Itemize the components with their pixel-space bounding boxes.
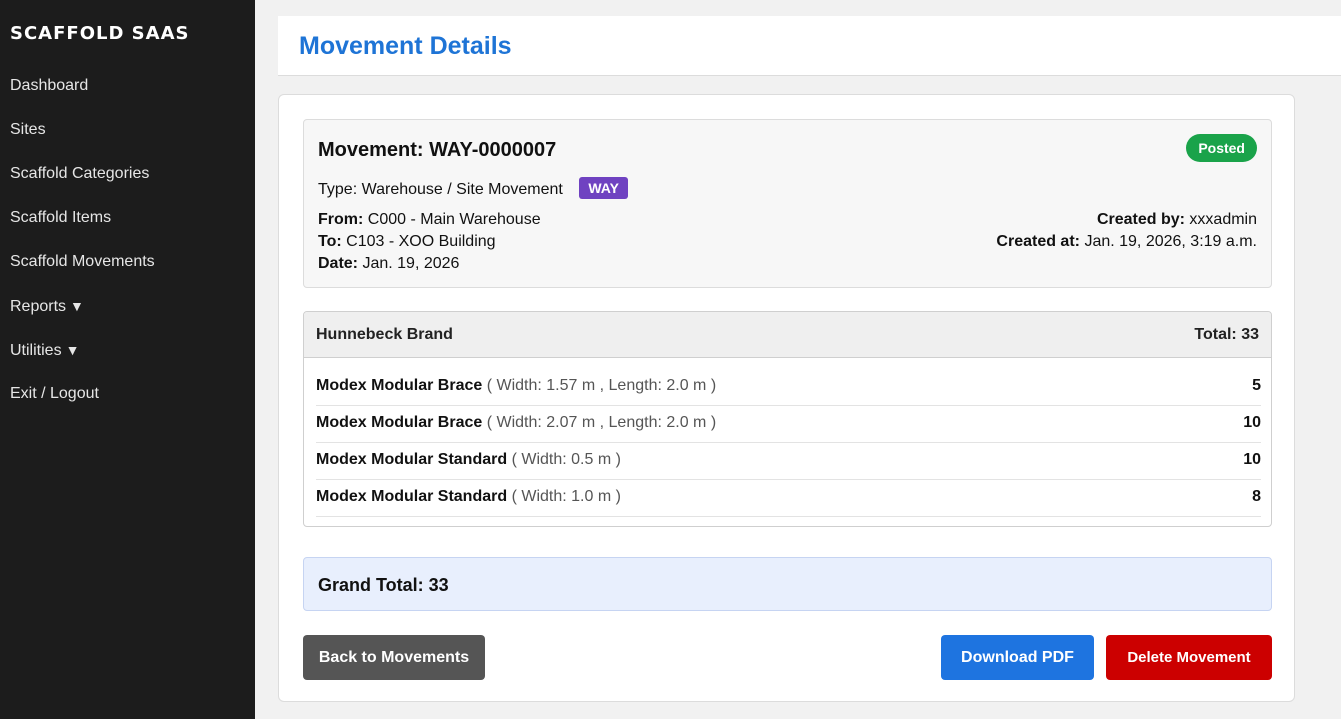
page-title: Movement Details bbox=[299, 32, 512, 60]
sidebar: SCAFFOLD SAAS Dashboard Sites Scaffold C… bbox=[0, 0, 255, 719]
list-item: Modex Modular Standard ( Width: 0.5 m ) … bbox=[316, 443, 1261, 480]
list-item: Modex Modular Standard ( Width: 1.0 m ) … bbox=[316, 480, 1261, 517]
sidebar-item-sites[interactable]: Sites bbox=[0, 108, 255, 152]
group-total: Total: 33 bbox=[1194, 326, 1259, 343]
item-name: Modex Modular Standard bbox=[316, 488, 508, 505]
sidebar-item-label: Scaffold Items bbox=[10, 209, 112, 226]
sidebar-item-label: Utilities bbox=[10, 342, 62, 359]
caret-down-icon: ▼ bbox=[70, 298, 84, 314]
to-label: To: bbox=[318, 233, 342, 250]
item-quantity: 10 bbox=[1243, 451, 1261, 468]
movement-type: Type: Warehouse / Site Movement WAY bbox=[318, 177, 628, 199]
item-name: Modex Modular Brace bbox=[316, 377, 483, 394]
sidebar-item-label: Exit / Logout bbox=[10, 385, 99, 402]
sidebar-item-scaffold-categories[interactable]: Scaffold Categories bbox=[0, 152, 255, 196]
download-pdf-button[interactable]: Download PDF bbox=[941, 635, 1094, 680]
created-at-value: Jan. 19, 2026, 3:19 a.m. bbox=[1084, 233, 1257, 250]
item-quantity: 10 bbox=[1243, 414, 1261, 431]
date-label: Date: bbox=[318, 255, 359, 272]
sidebar-item-logout[interactable]: Exit / Logout bbox=[0, 372, 255, 416]
group-name: Hunnebeck Brand bbox=[316, 326, 453, 343]
sidebar-nav: Dashboard Sites Scaffold Categories Scaf… bbox=[0, 64, 255, 416]
created-at-field: Created at: Jan. 19, 2026, 3:19 a.m. bbox=[996, 233, 1257, 251]
movement-card: Movement: WAY-0000007 Posted Type: Wareh… bbox=[278, 94, 1295, 702]
sidebar-item-reports[interactable]: Reports ▼ bbox=[0, 284, 255, 328]
from-label: From: bbox=[318, 211, 364, 228]
sidebar-item-scaffold-movements[interactable]: Scaffold Movements bbox=[0, 240, 255, 284]
movement-info-box: Movement: WAY-0000007 Posted Type: Wareh… bbox=[303, 119, 1272, 288]
sidebar-item-label: Scaffold Categories bbox=[10, 165, 150, 182]
item-dimensions: ( Width: 2.07 m , Length: 2.0 m ) bbox=[486, 414, 717, 431]
caret-down-icon: ▼ bbox=[65, 342, 80, 358]
page-header: Movement Details bbox=[278, 16, 1341, 76]
sidebar-item-label: Dashboard bbox=[10, 77, 89, 94]
delete-movement-button[interactable]: Delete Movement bbox=[1106, 635, 1272, 680]
sidebar-item-label: Reports bbox=[10, 298, 67, 315]
brand-logo-text: SCAFFOLD SAAS bbox=[10, 23, 190, 44]
sidebar-item-label: Scaffold Movements bbox=[10, 253, 155, 270]
from-field: From: C000 - Main Warehouse bbox=[318, 211, 541, 229]
list-item: Modex Modular Brace ( Width: 1.57 m , Le… bbox=[316, 369, 1261, 406]
sidebar-item-utilities[interactable]: Utilities ▼ bbox=[0, 328, 255, 372]
item-dimensions: ( Width: 0.5 m ) bbox=[511, 451, 621, 468]
date-value: Jan. 19, 2026 bbox=[362, 255, 460, 272]
item-name: Modex Modular Brace bbox=[316, 414, 483, 431]
date-field: Date: Jan. 19, 2026 bbox=[318, 255, 459, 273]
item-dimensions: ( Width: 1.57 m , Length: 2.0 m ) bbox=[486, 377, 717, 394]
item-dimensions: ( Width: 1.0 m ) bbox=[511, 488, 621, 505]
sidebar-item-dashboard[interactable]: Dashboard bbox=[0, 64, 255, 108]
item-name: Modex Modular Standard bbox=[316, 451, 508, 468]
type-label: Type: bbox=[318, 181, 358, 198]
item-list: Modex Modular Brace ( Width: 1.57 m , Le… bbox=[316, 369, 1261, 517]
from-value: C000 - Main Warehouse bbox=[367, 211, 541, 228]
type-value: Warehouse / Site Movement bbox=[361, 181, 563, 198]
item-quantity: 5 bbox=[1252, 377, 1261, 394]
created-at-label: Created at: bbox=[996, 233, 1080, 250]
grand-total-box: Grand Total: 33 bbox=[303, 557, 1272, 611]
sidebar-item-label: Sites bbox=[10, 121, 46, 138]
created-by-label: Created by: bbox=[1096, 211, 1185, 228]
group-header: Hunnebeck Brand Total: 33 bbox=[304, 312, 1271, 358]
item-quantity: 8 bbox=[1252, 488, 1261, 505]
to-field: To: C103 - XOO Building bbox=[318, 233, 496, 251]
back-to-movements-button[interactable]: Back to Movements bbox=[303, 635, 485, 680]
grand-total: Grand Total: 33 bbox=[318, 575, 449, 595]
sidebar-item-scaffold-items[interactable]: Scaffold Items bbox=[0, 196, 255, 240]
movement-title: Movement: WAY-0000007 bbox=[318, 139, 557, 161]
created-by-field: Created by: xxxadmin bbox=[1097, 211, 1257, 229]
to-value: C103 - XOO Building bbox=[346, 233, 496, 250]
brand-group: Hunnebeck Brand Total: 33 Modex Modular … bbox=[303, 311, 1272, 527]
status-badge: Posted bbox=[1186, 134, 1257, 162]
type-code-badge: WAY bbox=[579, 177, 628, 199]
list-item: Modex Modular Brace ( Width: 2.07 m , Le… bbox=[316, 406, 1261, 443]
created-by-value: xxxadmin bbox=[1189, 211, 1257, 228]
